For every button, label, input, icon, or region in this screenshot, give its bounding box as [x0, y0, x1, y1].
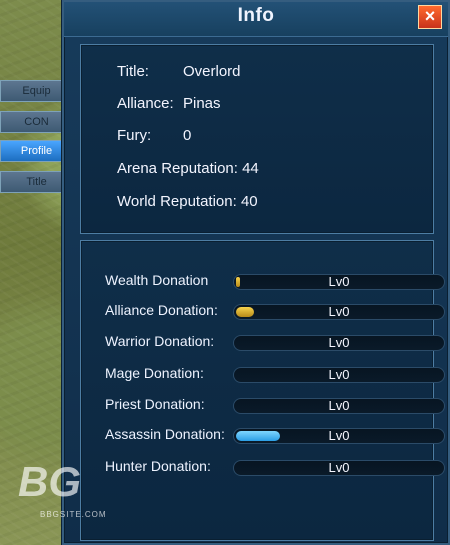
- warrior-donation-bar: Lv0: [233, 335, 445, 351]
- window-titlebar: Info ×: [64, 2, 448, 37]
- wealth-donation-level: Lv0: [328, 274, 350, 289]
- mage-donation-bar: Lv0: [233, 367, 445, 383]
- priest-donation-bar: Lv0: [233, 398, 445, 414]
- arena-label: Arena Reputation:: [117, 160, 238, 177]
- assassin-donation-level: Lv0: [328, 428, 350, 443]
- warrior-donation-label: Warrior Donation:: [105, 333, 215, 349]
- title-value: Overlord: [183, 63, 241, 80]
- warrior-donation-level: Lv0: [328, 335, 350, 350]
- alliance-value: Pinas: [183, 95, 221, 112]
- fury-value: 0: [183, 127, 192, 144]
- fury-row: Fury: 0: [117, 127, 191, 144]
- alliance-donation-label: Alliance Donation:: [105, 302, 218, 318]
- window-title: Info: [237, 5, 275, 26]
- mage-donation-label: Mage Donation:: [105, 365, 204, 381]
- donation-panel: Wealth Donation Lv0 Alliance Donation: L…: [80, 240, 445, 541]
- watermark-logo: BG: [18, 458, 81, 505]
- hunter-donation-level: Lv0: [328, 460, 350, 475]
- alliance-donation-level: Lv0: [328, 304, 350, 319]
- mage-donation-level: Lv0: [328, 367, 350, 382]
- hunter-donation-label: Hunter Donation:: [105, 458, 211, 474]
- assassin-donation-bar: Lv0: [233, 428, 445, 444]
- info-window: Info × Title: Overlord Alliance: Pinas F…: [62, 0, 450, 545]
- priest-donation-label: Priest Donation:: [105, 396, 205, 412]
- watermark-site: BBGSITE.COM: [40, 510, 107, 519]
- wealth-donation-bar: Lv0: [233, 274, 445, 290]
- world-row: World Reputation: 40: [117, 193, 258, 210]
- site-watermark: BG BBGSITE.COM: [18, 458, 116, 522]
- alliance-label: Alliance:: [117, 95, 174, 112]
- priest-donation-level: Lv0: [328, 398, 350, 413]
- arena-row: Arena Reputation: 44: [117, 160, 259, 177]
- alliance-donation-bar: Lv0: [233, 304, 445, 320]
- close-icon: ×: [424, 6, 436, 26]
- title-row: Title: Overlord: [117, 63, 241, 80]
- world-label: World Reputation:: [117, 193, 237, 210]
- alliance-row: Alliance: Pinas: [117, 95, 221, 112]
- hunter-donation-bar: Lv0: [233, 460, 445, 476]
- assassin-donation-label: Assassin Donation:: [105, 426, 225, 442]
- wealth-donation-label: Wealth Donation: [105, 272, 209, 288]
- title-label: Title:: [117, 63, 149, 80]
- world-value: 40: [240, 193, 258, 210]
- close-button[interactable]: ×: [418, 5, 442, 29]
- fury-label: Fury:: [117, 127, 152, 144]
- arena-value: 44: [242, 160, 259, 177]
- profile-panel: Title: Overlord Alliance: Pinas Fury: 0 …: [80, 44, 434, 234]
